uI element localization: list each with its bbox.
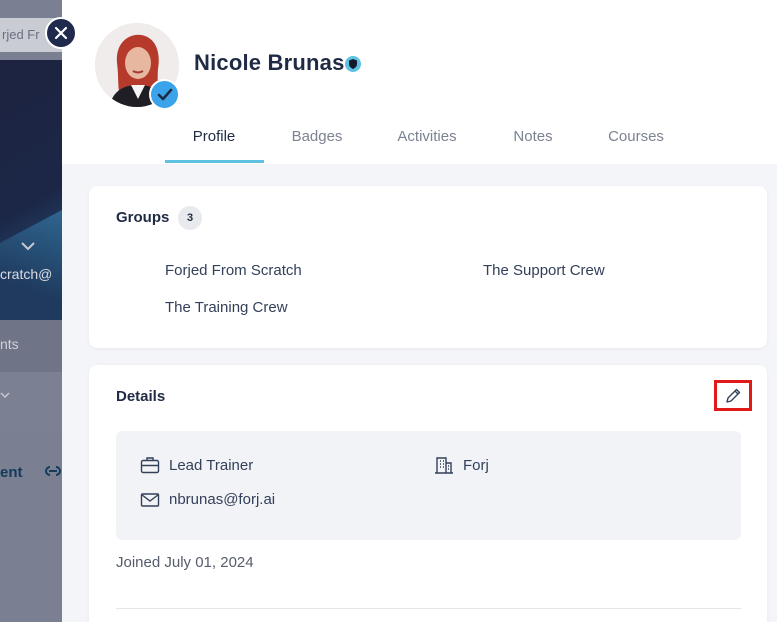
group-item[interactable]: Forjed From Scratch xyxy=(165,262,302,279)
close-icon xyxy=(54,26,68,40)
user-name: Nicole Brunas xyxy=(194,50,345,75)
tab-courses[interactable]: Courses xyxy=(602,122,670,164)
groups-count-badge: 3 xyxy=(178,206,202,230)
joined-date: Joined July 01, 2024 xyxy=(116,554,254,571)
active-tab-indicator xyxy=(165,160,264,163)
divider xyxy=(116,608,741,609)
groups-title: Groups xyxy=(116,209,170,226)
chevron-down-icon xyxy=(0,388,10,402)
building-icon xyxy=(435,457,453,474)
tab-profile[interactable]: Profile xyxy=(176,122,252,164)
mail-icon xyxy=(140,492,160,507)
groups-card: Groups 3 Forjed From Scratch The Support… xyxy=(89,186,767,348)
close-button[interactable] xyxy=(45,17,77,49)
details-title: Details xyxy=(116,388,166,405)
profile-header: Nicole Brunas Profile Badges Activities … xyxy=(62,0,777,164)
chevron-down-icon xyxy=(20,238,36,254)
background-tab-label: ent xyxy=(0,464,23,481)
email-item: nbrunas@forj.ai xyxy=(140,491,275,508)
job-title: Lead Trainer xyxy=(169,456,254,474)
company-name: Forj xyxy=(463,456,489,474)
tab-badges[interactable]: Badges xyxy=(282,122,352,164)
details-info-box: Lead Trainer Forj nbrunas@forj.ai xyxy=(116,431,741,540)
group-item[interactable]: The Support Crew xyxy=(483,262,605,279)
tab-activities[interactable]: Activities xyxy=(388,122,466,164)
pencil-icon xyxy=(726,388,741,403)
link-icon xyxy=(44,464,62,482)
group-item[interactable]: The Training Crew xyxy=(165,299,288,316)
job-title-item: Lead Trainer xyxy=(140,456,253,474)
background-app: rjed Fr cratch@ nts ent xyxy=(0,0,62,622)
profile-drawer: Nicole Brunas Profile Badges Activities … xyxy=(62,0,777,622)
verified-badge xyxy=(149,79,180,110)
company-item: Forj xyxy=(434,456,489,474)
background-row xyxy=(0,372,62,432)
background-nav-label: nts xyxy=(0,336,19,352)
tab-notes[interactable]: Notes xyxy=(506,122,560,164)
edit-details-button[interactable] xyxy=(714,380,752,411)
details-card: Details Lead Trainer Forj nbrunas@forj.a… xyxy=(89,365,767,622)
email-address: nbrunas@forj.ai xyxy=(169,491,276,508)
briefcase-icon xyxy=(140,457,160,474)
shield-icon xyxy=(345,56,361,72)
background-email: cratch@ xyxy=(0,266,53,282)
check-icon xyxy=(157,88,172,100)
